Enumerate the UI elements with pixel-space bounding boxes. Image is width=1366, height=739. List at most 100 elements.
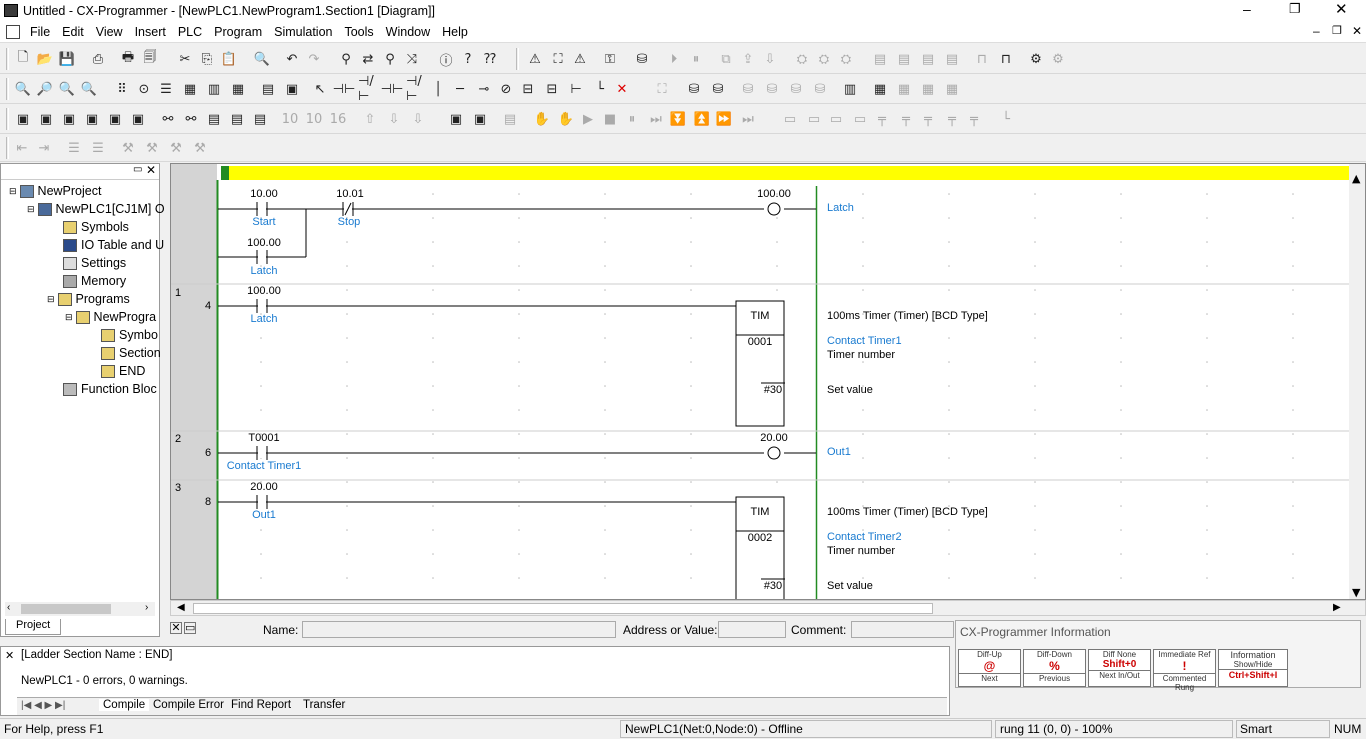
symbolbar-close-icon[interactable]: ✕: [170, 622, 182, 634]
or-no-icon[interactable]: ⊣⊢: [381, 79, 404, 99]
fast-icon[interactable]: ⏩: [714, 109, 734, 129]
cross-ref-icon[interactable]: ⤨: [402, 49, 422, 69]
minimize-icon[interactable]: –: [1243, 1, 1251, 17]
online-icon[interactable]: ⛶: [548, 49, 568, 69]
download-icon[interactable]: ⇩: [760, 49, 780, 69]
symbolbar-pin-icon[interactable]: ▭: [184, 622, 196, 634]
sim-stop-icon[interactable]: ⚙: [1048, 49, 1068, 69]
addr-icon[interactable]: ▣: [82, 109, 102, 129]
data-trace-icon[interactable]: ▤: [942, 49, 962, 69]
wire-icon[interactable]: └: [996, 109, 1016, 129]
io-table-icon[interactable]: ▦: [870, 79, 890, 99]
tree-io-table[interactable]: IO Table and U: [63, 236, 164, 254]
coil-address[interactable]: 100.00: [744, 188, 804, 200]
bkpt3-icon[interactable]: ▭: [826, 109, 846, 129]
watch-window-icon[interactable]: ▥: [204, 79, 224, 99]
edit-rung-icon[interactable]: ⛁: [684, 79, 704, 99]
task-icon[interactable]: ⛁: [810, 79, 830, 99]
set-value[interactable]: #30: [743, 384, 803, 396]
tree-plc[interactable]: ⊟ NewPLC1[CJ1M] O: [27, 200, 165, 218]
step-in-icon[interactable]: ⏬: [668, 109, 688, 129]
watch-icon[interactable]: ▣: [59, 109, 79, 129]
line-icon[interactable]: └: [590, 79, 610, 99]
delete-icon[interactable]: ✕: [612, 79, 632, 99]
contact-address[interactable]: 20.00: [234, 481, 294, 493]
zoom-icon[interactable]: 🔍: [13, 79, 33, 99]
zoom-fit-icon[interactable]: 🔍: [79, 79, 99, 99]
horizontal-icon[interactable]: ─: [450, 79, 470, 99]
tool3-icon[interactable]: ⚒: [166, 138, 186, 158]
cut-icon[interactable]: ✂: [175, 49, 195, 69]
up-rung-icon[interactable]: ⇧: [360, 109, 380, 129]
bkpt1-icon[interactable]: ▭: [780, 109, 800, 129]
differential-icon[interactable]: ▤: [918, 49, 938, 69]
print-preview-icon[interactable]: ⎙: [88, 49, 108, 69]
upload-icon[interactable]: ⇪: [738, 49, 758, 69]
online-edit-icon[interactable]: ⛶: [652, 79, 672, 99]
hex16-icon[interactable]: 16: [328, 109, 348, 129]
plc-transfer-icon[interactable]: ⛁: [632, 49, 652, 69]
context-help-icon[interactable]: ⁇: [480, 49, 500, 69]
tree-memory[interactable]: Memory: [63, 272, 126, 290]
contact-address[interactable]: 10.00: [234, 188, 294, 200]
align-icon[interactable]: ☰: [64, 138, 84, 158]
sig3-icon[interactable]: ╤: [918, 109, 938, 129]
new-icon[interactable]: 🗋: [13, 49, 33, 69]
bkpt4-icon[interactable]: ▭: [850, 109, 870, 129]
menu-plc[interactable]: PLC: [172, 22, 208, 39]
sig4-icon[interactable]: ╤: [942, 109, 962, 129]
zoom-in-icon[interactable]: 🔎: [35, 79, 55, 99]
rung-annotations-icon[interactable]: ☰: [156, 79, 176, 99]
about-icon[interactable]: ⓘ: [436, 49, 456, 69]
no-contact-icon[interactable]: ⊣⊢: [333, 79, 356, 99]
tab-compile-error[interactable]: Compile Error: [153, 699, 224, 711]
ct-icon[interactable]: ▣: [282, 79, 302, 99]
tab-compile[interactable]: Compile: [99, 699, 150, 711]
tree-symbols[interactable]: Symbols: [63, 218, 129, 236]
cancel-edit-icon[interactable]: ⛁: [738, 79, 758, 99]
bit-icon[interactable]: ⊢: [566, 79, 586, 99]
panel-pin-icon[interactable]: ▭: [133, 164, 142, 175]
menu-insert[interactable]: Insert: [129, 22, 172, 39]
st-icon[interactable]: ▤: [250, 109, 270, 129]
step-out-icon[interactable]: ⏫: [692, 109, 712, 129]
props-icon[interactable]: ▣: [105, 109, 125, 129]
find-icon[interactable]: 🔍: [252, 49, 272, 69]
down-rung-icon[interactable]: ⇩: [384, 109, 404, 129]
restore-icon[interactable]: ❐: [1289, 1, 1301, 17]
binoculars-icon[interactable]: ⚲: [336, 49, 356, 69]
tab-nav-icon[interactable]: |◀ ◀ ▶ ▶|: [21, 700, 65, 711]
instruction-icon[interactable]: ⊟: [518, 79, 538, 99]
bkpt2-icon[interactable]: ▭: [804, 109, 824, 129]
section-icon[interactable]: ⚯: [158, 109, 178, 129]
doc-close-icon[interactable]: ✕: [1352, 24, 1362, 38]
output-close-icon[interactable]: ✕: [5, 649, 14, 662]
program-view-icon[interactable]: ▤: [258, 79, 278, 99]
pause2-icon[interactable]: ⏸: [622, 109, 642, 129]
menu-help[interactable]: Help: [436, 22, 474, 39]
project-window-icon[interactable]: ▣: [13, 109, 33, 129]
force-off-icon[interactable]: ⛭: [836, 49, 856, 69]
tree-programs[interactable]: ⊟ Programs: [47, 290, 130, 308]
hand1-icon[interactable]: ✋: [532, 109, 552, 129]
zoom-out-icon[interactable]: 🔍: [57, 79, 77, 99]
tool1-icon[interactable]: ⚒: [118, 138, 138, 158]
doc-restore-icon[interactable]: ❐: [1332, 24, 1342, 37]
force-on-icon[interactable]: ⛭: [814, 49, 834, 69]
menu-window[interactable]: Window: [380, 22, 436, 39]
print-icon[interactable]: 🖶: [118, 49, 138, 69]
tab-transfer[interactable]: Transfer: [303, 699, 345, 711]
set-value[interactable]: #30: [743, 580, 803, 592]
reset-icon[interactable]: ▤: [894, 49, 914, 69]
ladder-diagram[interactable]: ▲ ▼ 1 4 2 6 3 8 10.00 Start 10.01 Stop 1…: [170, 163, 1366, 600]
save-icon[interactable]: 💾: [57, 49, 77, 69]
tree-prog-symbols[interactable]: Symbo: [101, 326, 158, 344]
or-nc-icon[interactable]: ⊣/⊢: [406, 74, 426, 104]
comment-field[interactable]: [851, 621, 954, 638]
indent-icon[interactable]: ⇤: [12, 138, 32, 158]
monitor-window-icon[interactable]: ▦: [180, 79, 200, 99]
go-online-icon[interactable]: ⚠: [570, 49, 590, 69]
memory-icon[interactable]: ▦: [918, 79, 938, 99]
tree-settings[interactable]: Settings: [63, 254, 126, 272]
scroll-right-icon[interactable]: ▶: [1333, 602, 1341, 613]
